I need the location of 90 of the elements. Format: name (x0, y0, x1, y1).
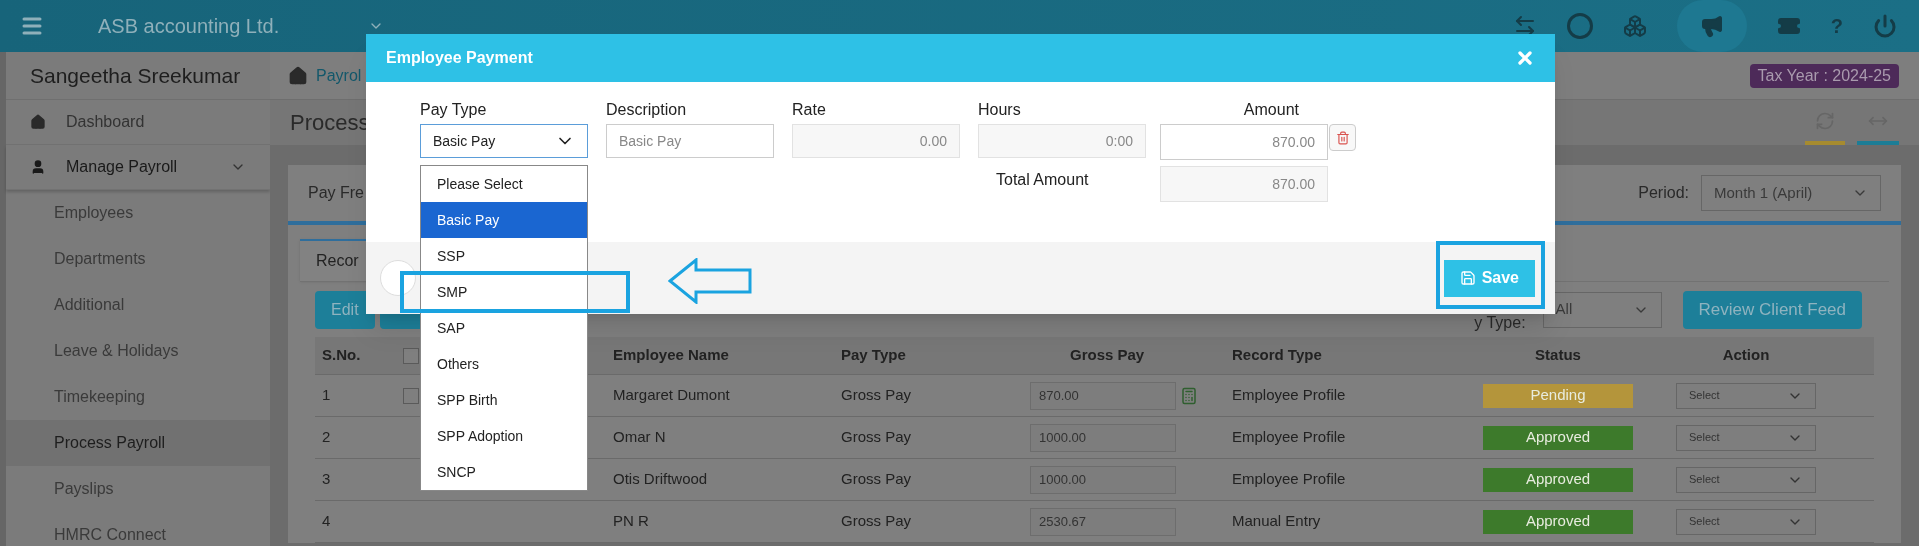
person-icon (30, 159, 46, 175)
sidebar-subitem[interactable]: Employees (6, 190, 270, 236)
gross-pay-field[interactable]: 1000.00 (1030, 423, 1176, 452)
table-cell-text: Employee Profile (1232, 385, 1347, 406)
dropdown-option[interactable]: SPP Adoption (421, 418, 587, 454)
action-select[interactable]: Select (1676, 466, 1816, 493)
gross-pay-field[interactable]: 2530.67 (1030, 507, 1176, 536)
dialog-title: Employee Payment (386, 48, 534, 68)
dropdown-option[interactable]: Others (421, 346, 587, 382)
table-cell-text: Gross Pay (841, 427, 913, 448)
field-label: Hours (978, 100, 1022, 120)
field-label: Amount (1242, 100, 1300, 120)
close-icon[interactable] (1515, 48, 1535, 68)
sidebar-subitem[interactable]: Payslips (6, 466, 270, 512)
table-cell-text: Otis Driftwood (613, 469, 709, 490)
action-select[interactable]: Select (1676, 424, 1816, 451)
status-badge: Pending (1483, 383, 1633, 408)
table-cell-text: Gross Pay (841, 469, 913, 490)
table-cell-text: 3 (321, 469, 332, 490)
column-header: Employee Name (613, 345, 730, 366)
toolbar-button[interactable]: Edit (315, 290, 375, 329)
table-cell-text: Gross Pay (841, 385, 913, 406)
save-icon (1459, 270, 1476, 286)
checkbox[interactable] (403, 348, 419, 365)
status-badge: Approved (1483, 425, 1633, 450)
trash-icon (1335, 130, 1350, 145)
field-label: Pay Type (420, 100, 488, 120)
action-select[interactable]: Select (1676, 508, 1816, 535)
table-cell-text: Employee Profile (1232, 469, 1347, 490)
column-header: Action (1721, 345, 1771, 366)
table-cell-text: 2 (321, 427, 332, 448)
tax-year-badge: Tax Year : 2024-25 (1749, 63, 1899, 88)
column-header: Pay Type (841, 345, 907, 366)
column-header: Gross Pay (1069, 345, 1146, 366)
total-amount-label: Total Amount (995, 170, 1090, 190)
sidebar-subitem[interactable]: Leave & Holidays (6, 328, 270, 374)
table-cell-text: 1 (321, 385, 332, 406)
sidebar-subitem[interactable]: Timekeeping (6, 374, 270, 420)
status-badge: Approved (1483, 467, 1633, 492)
pay-type-select[interactable]: Basic Pay (420, 124, 588, 158)
review-client-feed-button[interactable]: Review Client Feed (1682, 290, 1862, 329)
sidebar-subitem[interactable]: HMRC Connect (6, 512, 270, 546)
hours-field[interactable]: 0:00 (978, 124, 1146, 158)
table-cell-text: Margaret Dumont (613, 385, 731, 406)
table-cell-text: PN R (613, 511, 650, 532)
total-amount-field: 870.00 (1160, 166, 1328, 202)
column-header: Status (1534, 345, 1582, 366)
power-icon[interactable] (1873, 14, 1897, 38)
dropdown-option[interactable]: SPP Birth (421, 382, 587, 418)
action-select[interactable]: Select (1676, 382, 1816, 409)
boxes-icon[interactable] (1622, 14, 1647, 38)
sidebar-subitem[interactable]: Additional (6, 282, 270, 328)
description-field[interactable]: Basic Pay (606, 124, 774, 158)
amount-field[interactable]: 870.00 (1160, 124, 1328, 160)
dropdown-option[interactable]: SNCP (421, 454, 587, 490)
home-icon (30, 114, 46, 130)
dropdown-option[interactable]: SSP (421, 238, 587, 274)
dropdown-option[interactable]: Basic Pay (421, 202, 587, 238)
breadcrumb-link[interactable]: Payrol (316, 63, 362, 88)
period-label: Period: (1638, 183, 1689, 203)
megaphone-icon[interactable] (1699, 14, 1724, 38)
table-cell-text: Gross Pay (841, 511, 913, 532)
user-name: Sangeetha Sreekumar (30, 62, 241, 89)
calculator-icon[interactable] (1180, 386, 1198, 405)
sidebar-item[interactable]: Manage Payroll (6, 145, 270, 190)
home-icon (288, 65, 308, 86)
column-header: S.No. (321, 345, 362, 366)
period-select[interactable]: Month 1 (April) (1701, 175, 1881, 211)
field-label: Rate (792, 100, 827, 120)
gross-pay-field[interactable]: 870.00 (1030, 381, 1176, 410)
delete-button[interactable] (1329, 124, 1356, 151)
dropdown-option[interactable]: SAP (421, 310, 587, 346)
table-cell-text: Omar N (613, 427, 667, 448)
sidebar-subitem[interactable]: Process Payroll (6, 420, 270, 466)
table-cell-text: Manual Entry (1232, 511, 1322, 532)
table-cell-text: 4 (321, 511, 332, 532)
dropdown-option[interactable]: Please Select (421, 166, 587, 202)
checkbox[interactable] (403, 387, 419, 404)
status-badge: Approved (1483, 509, 1633, 534)
pay-type-label: y Type: (1474, 313, 1526, 333)
rate-field[interactable]: 0.00 (792, 124, 960, 158)
save-button[interactable]: Save (1443, 259, 1535, 297)
company-name: ASB accounting Ltd. (98, 14, 281, 39)
field-label: Description (606, 100, 688, 120)
table-cell-text: Employee Profile (1232, 427, 1347, 448)
help-button[interactable]: ? (1830, 11, 1843, 41)
page-title: Process (290, 109, 370, 137)
column-header: Record Type (1232, 345, 1323, 366)
gross-pay-field[interactable]: 1000.00 (1030, 465, 1176, 494)
sidebar-subitem[interactable]: Departments (6, 236, 270, 282)
